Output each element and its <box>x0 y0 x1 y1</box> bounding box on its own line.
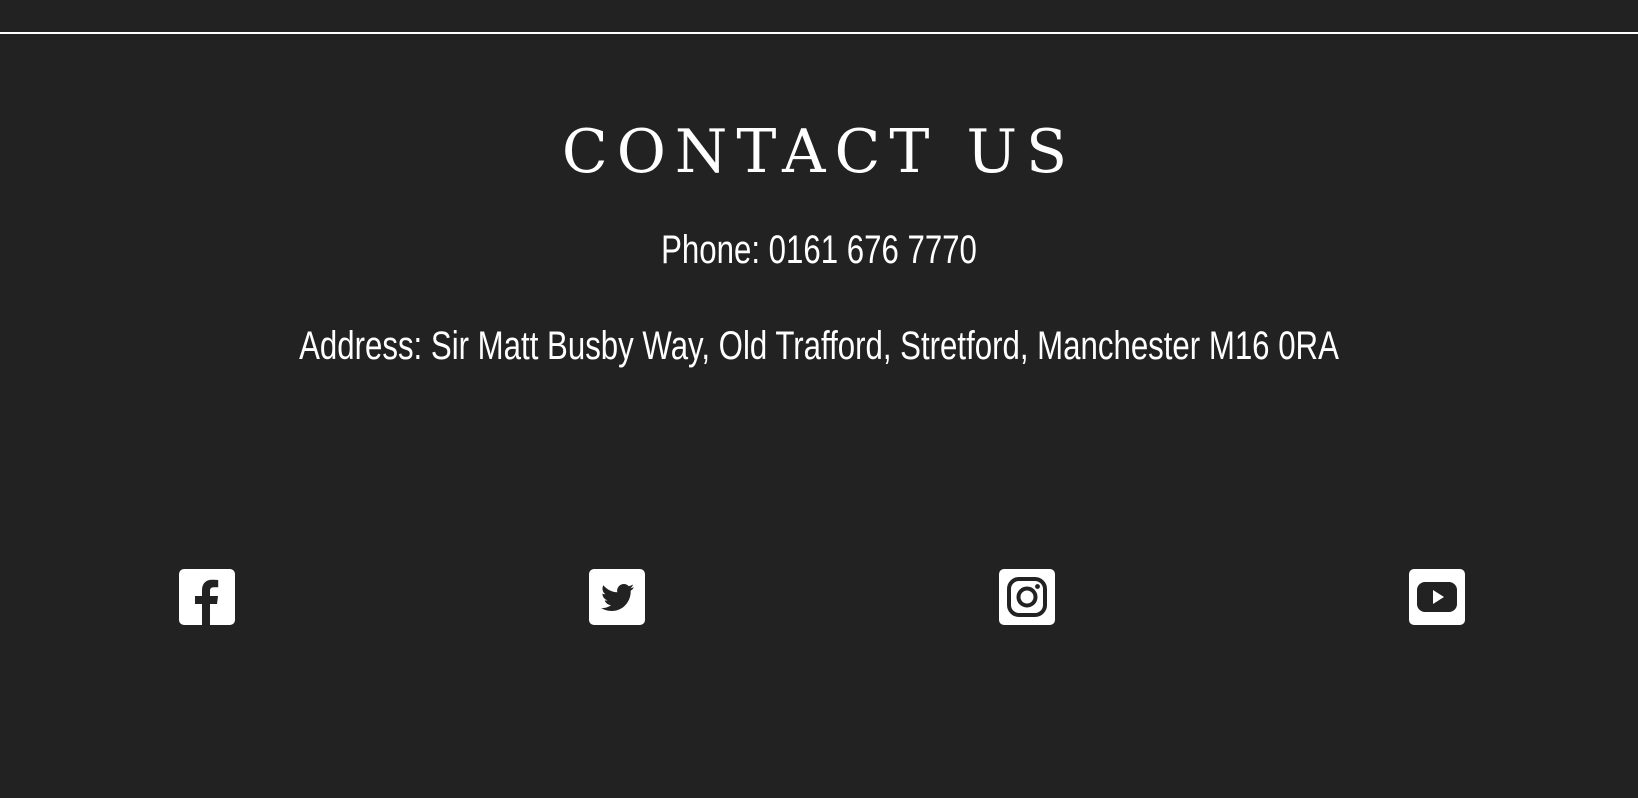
youtube-icon <box>1409 569 1465 625</box>
contact-title: CONTACT US <box>561 117 1077 187</box>
facebook-link[interactable] <box>179 569 235 625</box>
twitter-icon <box>589 569 645 625</box>
phone-text: Phone: 0161 676 7770 <box>661 228 977 272</box>
address-text: Address: Sir Matt Busby Way, Old Traffor… <box>299 324 1339 368</box>
contact-section: CONTACT US Phone: 0161 676 7770 Address:… <box>0 0 1638 798</box>
instagram-link[interactable] <box>999 569 1055 625</box>
instagram-icon <box>999 569 1055 625</box>
top-divider <box>0 32 1638 34</box>
facebook-icon <box>179 569 235 625</box>
youtube-link[interactable] <box>1409 569 1465 625</box>
twitter-link[interactable] <box>589 569 645 625</box>
